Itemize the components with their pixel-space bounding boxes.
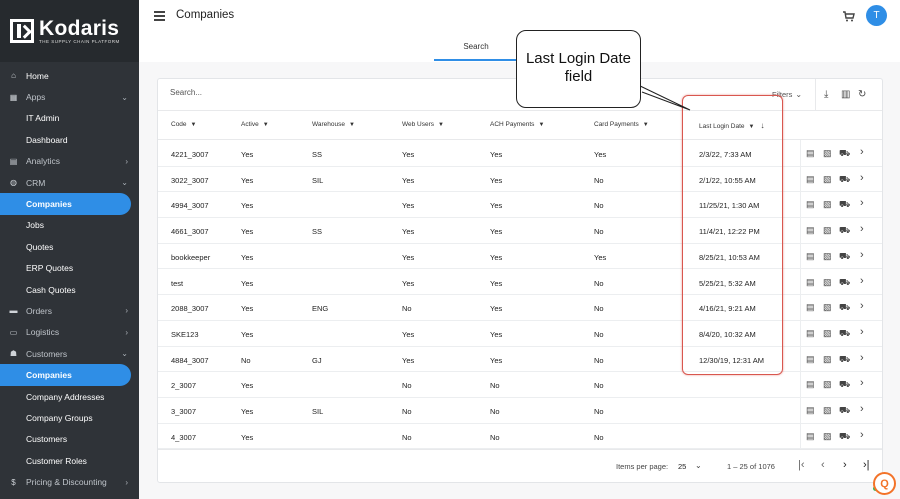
callout-pointer xyxy=(635,83,691,111)
annotation-callout: Last Login Date field xyxy=(516,30,641,108)
